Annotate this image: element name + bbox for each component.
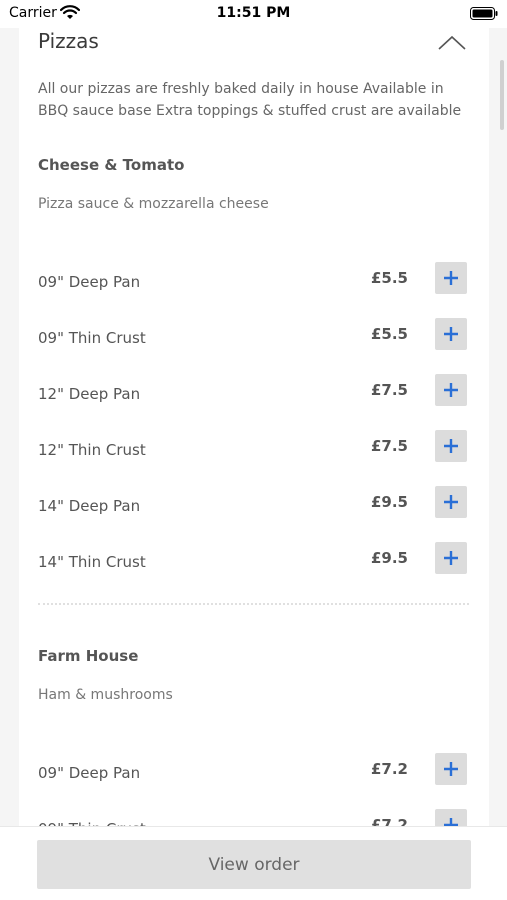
plus-icon [444,762,458,776]
view-order-button[interactable]: View order [37,840,471,889]
option-price: £7.5 [370,437,408,455]
option-price: £9.5 [370,549,408,567]
option-name: 09" Deep Pan [38,764,141,782]
add-button[interactable] [435,542,467,574]
option-price: £7.2 [370,760,408,778]
option-name: 12" Thin Crust [38,441,146,459]
option-name: 14" Deep Pan [38,497,141,515]
status-bar: Carrier 11:51 PM [0,0,507,28]
add-button[interactable] [435,318,467,350]
option-name: 14" Thin Crust [38,553,146,571]
add-button[interactable] [435,262,467,294]
item-title: Cheese & Tomato [38,156,185,174]
item-description: Ham & mushrooms [38,687,173,703]
option-price: £7.5 [370,381,408,399]
option-name: 12" Deep Pan [38,385,141,403]
item-description: Pizza sauce & mozzarella cheese [38,196,269,212]
plus-icon [444,327,458,341]
section-description: All our pizzas are freshly baked daily i… [38,81,462,119]
status-time: 11:51 PM [216,5,291,21]
option-name: 09" Thin Crust [38,329,146,347]
add-button[interactable] [435,753,467,785]
add-button[interactable] [435,374,467,406]
add-button[interactable] [435,430,467,462]
menu-section-card: Pizzas All our pizzas are freshly baked … [19,20,489,840]
battery-icon [470,7,498,20]
plus-icon [444,551,458,565]
plus-icon [444,439,458,453]
chevron-up-icon[interactable] [437,34,467,52]
scroll-indicator[interactable] [500,60,504,130]
app-screen: Carrier 11:51 PM Pizzas All our pizzas a… [0,0,507,900]
section-title: Pizzas [38,29,99,53]
footer-bar: View order [0,826,507,900]
option-price: £5.5 [370,269,408,287]
option-price: £9.5 [370,493,408,511]
option-price: £5.5 [370,325,408,343]
add-button[interactable] [435,486,467,518]
plus-icon [444,495,458,509]
plus-icon [444,271,458,285]
item-divider [38,603,469,605]
plus-icon [444,383,458,397]
option-name: 09" Deep Pan [38,273,141,291]
item-title: Farm House [38,647,139,665]
